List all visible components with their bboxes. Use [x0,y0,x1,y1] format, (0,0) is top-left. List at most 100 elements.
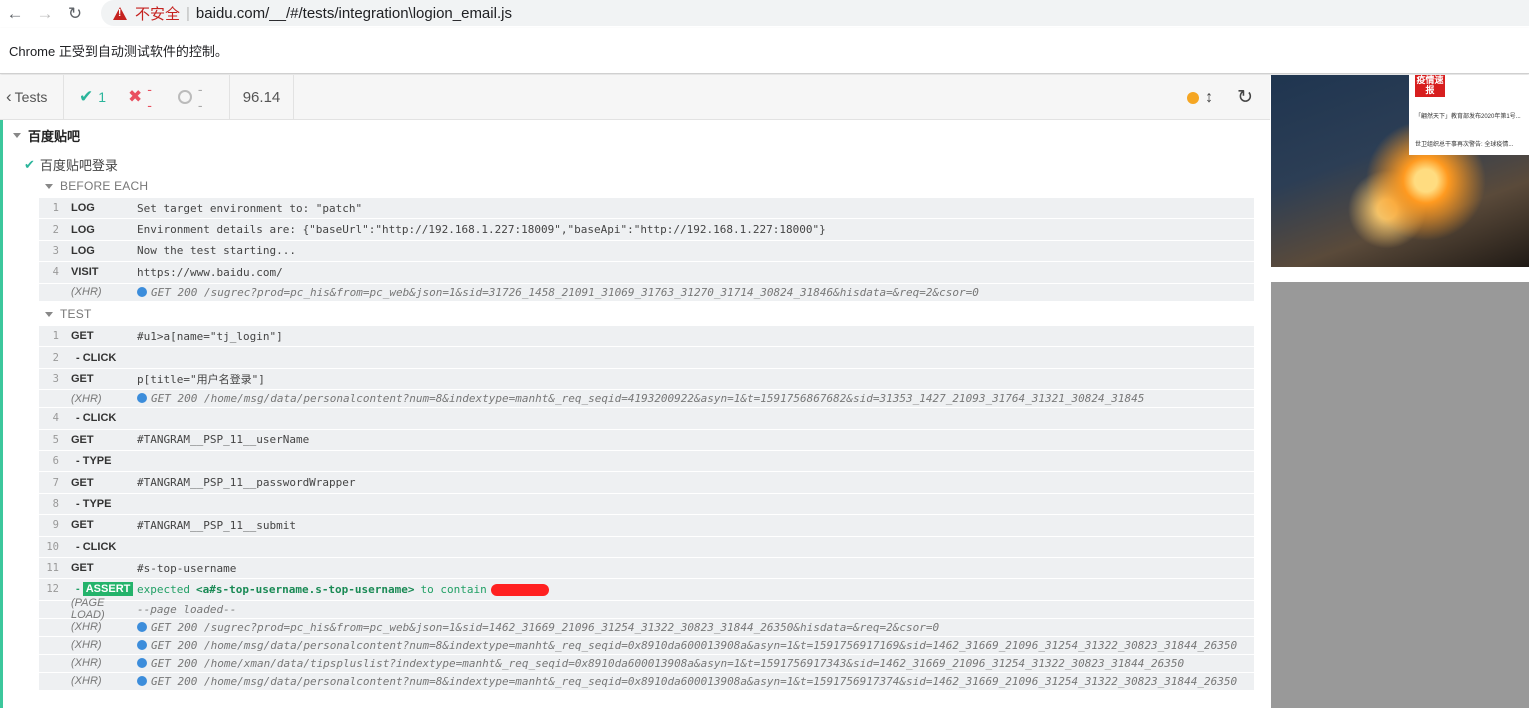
assert-subject: <a#s-top-username.s-top-username> [195,582,415,596]
running-indicator [1187,91,1200,104]
tests-button[interactable]: ‹ Tests [0,75,64,119]
address-bar: ← → ↻ 不安全 | baidu.com/__/#/tests/integra… [0,0,1529,28]
command-row[interactable]: 6 - TYPE [39,451,1254,473]
xhr-status-dot-icon [137,286,147,297]
failed-stat: ✖ -- [128,81,156,113]
command-name: (XHR) [71,675,102,688]
command-name: - ASSERT [59,582,137,597]
suite-title-text: 百度贴吧 [28,129,81,144]
warning-icon [113,6,127,20]
command-name: (XHR) [71,621,102,634]
command-row[interactable]: (PAGE LOAD) --page loaded-- [39,597,1254,621]
command-number: 2 [52,223,59,236]
command-row[interactable]: (XHR) GET 200 /home/msg/data/personalcont… [39,390,1254,409]
command-name: (PAGE LOAD) [71,597,105,622]
command-row[interactable]: 7 GET #TANGRAM__PSP_11__passwordWrapper [39,472,1254,494]
url-field[interactable]: 不安全 | baidu.com/__/#/tests/integration\l… [101,0,1529,26]
assert-prefix: expected [137,582,190,596]
xhr-message-text: GET 200 /home/msg/data/personalcontent?n… [151,638,1238,652]
command-row[interactable]: 11 GET #s-top-username [39,558,1254,580]
url-separator: | [186,4,190,22]
command-message: #s-top-username [137,561,237,575]
xhr-status-dot-icon [137,639,147,650]
before-each-hook[interactable]: BEFORE EACH [45,179,148,193]
command-message: GET 200 /home/msg/data/personalcontent?n… [137,639,1237,652]
command-row[interactable]: (XHR) GET 200 /home/xman/data/tipspluslis… [39,655,1254,673]
command-number: 9 [52,519,59,532]
command-name: - CLICK [76,351,117,364]
command-name: LOG [71,244,95,257]
epidemic-badge[interactable]: 疫情速报 [1415,75,1445,97]
infobar-text: Chrome 正受到自动测试软件的控制。 [9,44,228,59]
preview-page: 疫情速报 「翩然天下」教育部发布2020年第1号... 世卫组织总干事再次警告:… [1271,75,1529,282]
test-runnable: 百度贴吧 ✔ 百度贴吧登录 BEFORE EACH 1 LOG Set target… [0,120,1270,708]
command-row[interactable]: 8 - TYPE [39,494,1254,516]
command-message: Set target environment to: "patch" [137,201,363,215]
assert-suffix: to contain [420,582,487,596]
redaction-mark [490,583,549,596]
pending-count: -- [197,81,203,113]
news-item[interactable]: 「翩然天下」教育部发布2020年第1号... [1415,111,1521,120]
forward-icon[interactable]: → [30,0,60,28]
command-row[interactable]: (XHR) GET 200 /sugrec?prod=pc_his&from=pc… [39,284,1254,302]
command-row[interactable]: (XHR) GET 200 /sugrec?prod=pc_his&from=pc… [39,619,1254,637]
command-row[interactable]: 5 GET #TANGRAM__PSP_11__userName [39,430,1254,451]
passed-count: 1 [98,89,107,105]
command-row[interactable]: 2 - CLICK [39,347,1254,369]
circle-icon [178,90,192,104]
command-number: 11 [46,562,59,575]
test-title-text: 百度贴吧登录 [39,158,118,173]
pending-stat: -- [178,81,207,113]
command-message: expected <a#s-top-username.s-top-username… [137,583,549,596]
auto-scroll-icon[interactable]: ↕ [1205,89,1213,107]
command-name: LOG [71,202,95,215]
preview-footer [1271,267,1529,282]
command-row[interactable]: 4 VISIT https://www.baidu.com/ [39,262,1254,284]
command-name: VISIT [71,266,99,279]
command-name: - TYPE [76,497,112,510]
command-row[interactable]: (XHR) GET 200 /home/msg/data/personalcont… [39,637,1254,655]
duration: 96.14 [230,75,294,119]
command-number: 12 [46,583,59,596]
command-number: 1 [52,202,59,215]
test-title[interactable]: ✔ 百度贴吧登录 [24,155,118,174]
xhr-message-text: GET 200 /sugrec?prod=pc_his&from=pc_web&… [151,285,979,299]
xhr-status-dot-icon [137,393,147,404]
command-row[interactable]: 3 LOG Now the test starting... [39,241,1254,263]
xhr-status-dot-icon [137,675,147,686]
command-row[interactable]: 1 LOG Set target environment to: "patch" [39,198,1254,220]
command-row[interactable]: 3 GET p[title="用户名登录"] [39,369,1254,391]
command-number: 4 [52,412,59,425]
command-name: GET [71,433,94,446]
command-row[interactable]: 2 LOG Environment details are: {"baseUrl":… [39,219,1254,241]
before-each-commands: 1 LOG Set target environment to: "patch" 2 L… [39,198,1254,302]
test-hook[interactable]: TEST [45,307,91,321]
command-message: #TANGRAM__PSP_11__userName [137,433,310,447]
command-number: 3 [52,244,59,257]
rerun-icon[interactable]: ↻ [1237,86,1253,109]
command-message: GET 200 /home/xman/data/tipspluslist?ind… [137,657,1184,670]
collapse-triangle-icon [45,311,53,317]
back-icon[interactable]: ← [0,0,30,28]
command-number: 10 [46,540,59,553]
command-name: GET [71,562,94,575]
url-text[interactable]: baidu.com/__/#/tests/integration\logion_… [196,5,512,22]
suite-title[interactable]: 百度贴吧 [13,126,80,145]
news-item[interactable]: 世卫组织总干事再次警告: 全球疫情... [1415,139,1513,148]
command-message: GET 200 /home/msg/data/personalcontent?n… [137,675,1237,688]
command-message: GET 200 /home/msg/data/personalcontent?n… [137,392,1144,405]
passed-stat: ✔ 1 [79,87,106,107]
command-row[interactable]: 9 GET #TANGRAM__PSP_11__submit [39,515,1254,537]
command-row[interactable]: 4 - CLICK [39,408,1254,430]
command-name: (XHR) [71,657,102,670]
before-each-label: BEFORE EACH [60,179,149,193]
command-name: GET [71,476,94,489]
xhr-message-text: GET 200 /home/xman/data/tipspluslist?ind… [151,656,1185,670]
command-row[interactable]: (XHR) GET 200 /home/msg/data/personalcont… [39,673,1254,691]
automation-infobar: Chrome 正受到自动测试软件的控制。 [0,28,1529,74]
failed-count: -- [147,81,152,113]
command-row[interactable]: 10 - CLICK [39,537,1254,558]
reload-icon[interactable]: ↻ [60,0,90,28]
command-row[interactable]: 1 GET #u1>a[name="tj_login"] [39,326,1254,348]
command-row[interactable]: 12- ASSERT expected <a#s-top-username.s-to… [39,579,1254,601]
